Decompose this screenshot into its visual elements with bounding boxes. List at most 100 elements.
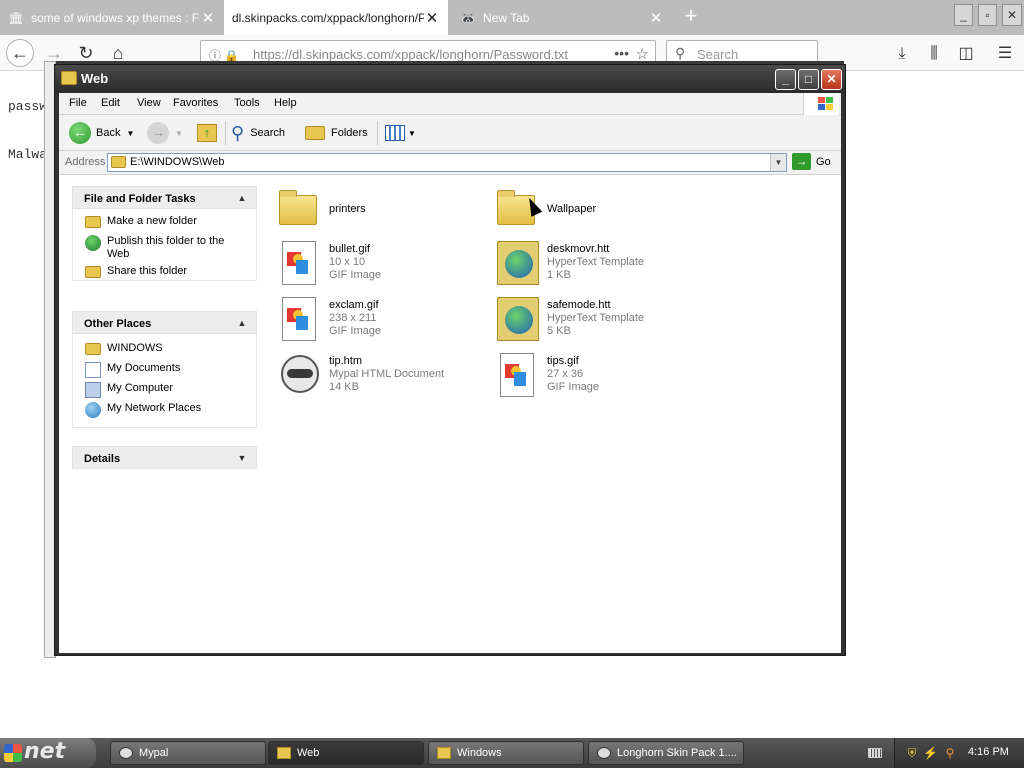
file-item-wallpaper[interactable]: Wallpaper [495,189,705,241]
file-dimensions: 27 x 36 [547,368,584,380]
file-name: tip.htm [329,355,363,367]
minimize-button[interactable]: _ [775,69,796,90]
address-label: Address [65,156,106,168]
file-type: HyperText Template [547,312,645,324]
menu-tools[interactable]: Tools [234,97,260,109]
library-icon[interactable]: ⫼ [922,42,946,66]
chevron-down-icon[interactable]: ▼ [126,129,134,138]
file-item-printers[interactable]: printers [277,189,487,241]
other-places-header[interactable]: Other Places ▲ [72,311,257,334]
go-button[interactable]: → Go [792,153,831,170]
browser-tab-2[interactable]: dl.skinpacks.com/xppack/longhorn/Pas ✕ [224,0,448,35]
folders-button[interactable]: Folders [305,121,368,145]
restore-browser-button[interactable]: ▫ [978,4,997,26]
close-button[interactable]: ✕ [821,69,842,90]
go-arrow-icon: → [792,153,811,170]
tab-title: dl.skinpacks.com/xppack/longhorn/Pas [232,10,424,25]
browser-tab-1[interactable]: 🏛 some of windows xp themes : Fre ✕ [0,0,224,35]
file-type: Mypal HTML Document [329,368,445,380]
make-new-folder-link[interactable]: Make a new folder [85,215,197,228]
place-label: WINDOWS [107,342,163,354]
search-icon[interactable]: ⚲ [943,745,957,761]
windows-logo-icon [803,93,839,115]
toolbar-separator [225,121,226,145]
file-name: tips.gif [547,355,579,367]
taskbar-button-mypal[interactable]: Mypal [110,741,266,765]
start-button[interactable]: net [0,738,96,768]
publish-to-web-link[interactable]: Publish this folder to the Web [85,235,245,261]
file-folder-tasks-header[interactable]: File and Folder Tasks ▲ [72,186,257,209]
my-documents-link[interactable]: My Documents [85,362,180,378]
menu-view[interactable]: View [137,97,161,109]
standard-toolbar: ← Back ▼ → ▼ ↑ ⚲ Search Folders ▼ [59,115,841,151]
close-tab-icon[interactable]: ✕ [200,9,216,27]
file-name: exclam.gif [329,299,379,311]
back-button[interactable]: ← Back ▼ [69,121,134,145]
task-label: Share this folder [107,265,188,277]
menu-favorites[interactable]: Favorites [173,97,218,109]
sidebar-icon[interactable]: ◫ [954,42,978,66]
taskbar-button-label: Longhorn Skin Pack 1.... [617,747,737,759]
my-computer-link[interactable]: My Computer [85,382,173,398]
keyboard-icon[interactable] [868,748,882,758]
security-shield-icon[interactable]: ⛨ [905,745,919,761]
up-folder-icon: ↑ [197,124,217,142]
menu-file[interactable]: File [69,97,87,109]
page-actions-icon[interactable]: ••• [614,45,629,61]
up-folder-button[interactable]: ↑ [197,121,217,145]
my-network-places-link[interactable]: My Network Places [85,402,201,418]
start-label: net [24,739,66,764]
close-tab-icon[interactable]: ✕ [648,9,664,27]
taskbar-button-windows[interactable]: Windows [428,741,584,765]
file-item-safemode-htt[interactable]: safemode.htt HyperText Template 5 KB [495,297,705,349]
details-header[interactable]: Details ▼ [72,446,257,469]
network-icon[interactable]: ⚡ [923,745,938,761]
browser-tab-3[interactable]: 🦝 New Tab ✕ [452,0,672,35]
explorer-titlebar[interactable]: Web _ □ ✕ [55,65,845,93]
forward-button[interactable]: → ▼ [147,121,183,145]
taskbar-button-web[interactable]: Web [268,741,424,765]
minimize-browser-button[interactable]: _ [954,4,973,26]
windows-place-link[interactable]: WINDOWS [85,342,163,355]
hypertext-template-icon [495,297,539,341]
close-browser-button[interactable]: ✕ [1002,4,1022,26]
explorer-window: Web _ □ ✕ File Edit View Favorites Tools… [54,64,846,656]
menu-edit[interactable]: Edit [101,97,120,109]
file-item-deskmovr-htt[interactable]: deskmovr.htt HyperText Template 1 KB [495,241,705,293]
file-name: printers [329,203,366,215]
chevron-down-icon[interactable]: ▼ [770,154,786,171]
file-item-tip-htm[interactable]: tip.htm Mypal HTML Document 14 KB [277,353,487,405]
address-field[interactable]: E:\WINDOWS\Web ▼ [107,153,787,172]
expand-chevron-icon[interactable]: ▼ [235,451,249,465]
chevron-down-icon: ▼ [408,128,416,138]
search-button[interactable]: ⚲ Search [231,121,285,145]
file-item-exclam-gif[interactable]: exclam.gif 238 x 211 GIF Image [277,297,487,349]
file-item-tips-gif[interactable]: tips.gif 27 x 36 GIF Image [495,353,705,405]
panel-title: Other Places [84,318,152,330]
taskbar-button-longhorn[interactable]: Longhorn Skin Pack 1.... [588,741,744,765]
file-item-bullet-gif[interactable]: bullet.gif 10 x 10 GIF Image [277,241,487,293]
file-size: 14 KB [329,381,359,393]
views-button[interactable]: ▼ [385,121,416,145]
maximize-button[interactable]: □ [798,69,819,90]
collapse-chevron-icon[interactable]: ▲ [235,316,249,330]
gif-image-icon [277,241,321,285]
task-label: Publish this folder to the Web [107,235,225,260]
share-folder-link[interactable]: Share this folder [85,265,187,278]
new-folder-icon [85,216,101,228]
explorer-client-area: File Edit View Favorites Tools Help ← Ba… [59,93,841,653]
back-arrow-icon[interactable]: ← [6,39,34,67]
folder-icon [85,343,101,355]
new-tab-button[interactable]: + [678,4,704,30]
back-arrow-icon: ← [69,122,91,144]
menu-help[interactable]: Help [274,97,297,109]
share-folder-icon [85,266,101,278]
panel-title: Details [84,453,121,465]
file-size: 1 KB [547,269,571,281]
collapse-chevron-icon[interactable]: ▲ [235,191,249,205]
close-tab-icon[interactable]: ✕ [424,9,440,27]
folder-icon [437,747,451,759]
download-icon[interactable]: ⤓ [890,42,914,66]
menu-icon[interactable]: ☰ [993,42,1017,66]
network-places-icon [85,402,101,418]
